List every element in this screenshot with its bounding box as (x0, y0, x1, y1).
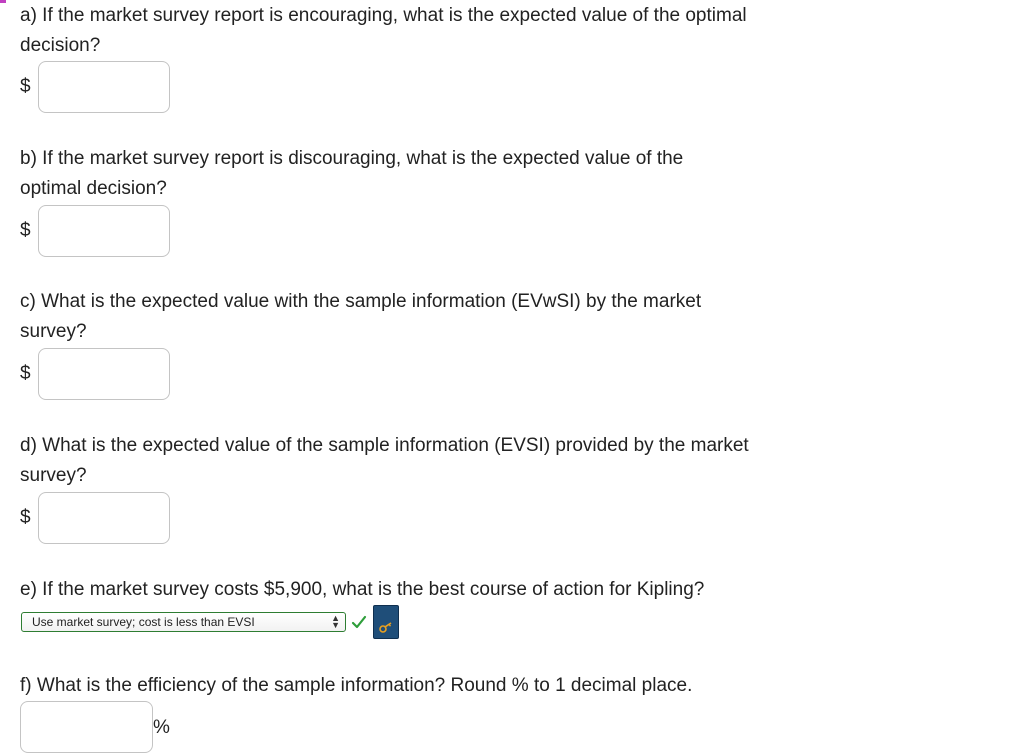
key-button[interactable] (373, 605, 399, 639)
accent-mark (0, 0, 6, 3)
question-a-line2: decision? (20, 35, 101, 56)
currency-symbol: $ (20, 363, 31, 384)
question-d-text: d) What is the expected value of the sam… (20, 431, 810, 491)
select-arrows-icon: ▲ ▼ (331, 613, 340, 630)
question-a-line1: a) If the market survey report is encour… (20, 5, 747, 26)
question-f-text: f) What is the efficiency of the sample … (20, 675, 693, 696)
answer-d-row: $ (20, 492, 170, 544)
answer-b-row: $ (20, 205, 170, 257)
question-page: a) If the market survey report is encour… (0, 0, 1024, 754)
question-d-line2: survey? (20, 465, 87, 486)
currency-symbol: $ (20, 76, 31, 97)
currency-symbol: $ (20, 220, 31, 241)
question-d-line1: d) What is the expected value of the sam… (20, 435, 749, 456)
answer-a-input[interactable] (38, 61, 170, 113)
check-icon (351, 615, 367, 629)
answer-c-row: $ (20, 348, 170, 400)
question-e-text: e) If the market survey costs $5,900, wh… (20, 579, 705, 600)
answer-a-row: $ (20, 61, 170, 113)
question-b-text: b) If the market survey report is discou… (20, 144, 810, 204)
question-b-line2: optimal decision? (20, 178, 167, 199)
percent-unit: % (153, 717, 170, 738)
course-of-action-select[interactable]: Use market survey; cost is less than EVS… (21, 612, 346, 632)
answer-b-input[interactable] (38, 205, 170, 257)
question-b-line1: b) If the market survey report is discou… (20, 148, 684, 169)
question-c-line2: survey? (20, 321, 87, 342)
answer-d-input[interactable] (38, 492, 170, 544)
currency-symbol: $ (20, 507, 31, 528)
answer-e-row: Use market survey; cost is less than EVS… (21, 604, 399, 640)
key-icon (379, 622, 392, 633)
answer-c-input[interactable] (38, 348, 170, 400)
question-a-text: a) If the market survey report is encour… (20, 1, 810, 61)
answer-f-row: % (20, 701, 170, 753)
question-c-line1: c) What is the expected value with the s… (20, 291, 702, 312)
select-selected-value: Use market survey; cost is less than EVS… (32, 615, 255, 629)
question-c-text: c) What is the expected value with the s… (20, 287, 810, 347)
answer-f-input[interactable] (20, 701, 153, 753)
